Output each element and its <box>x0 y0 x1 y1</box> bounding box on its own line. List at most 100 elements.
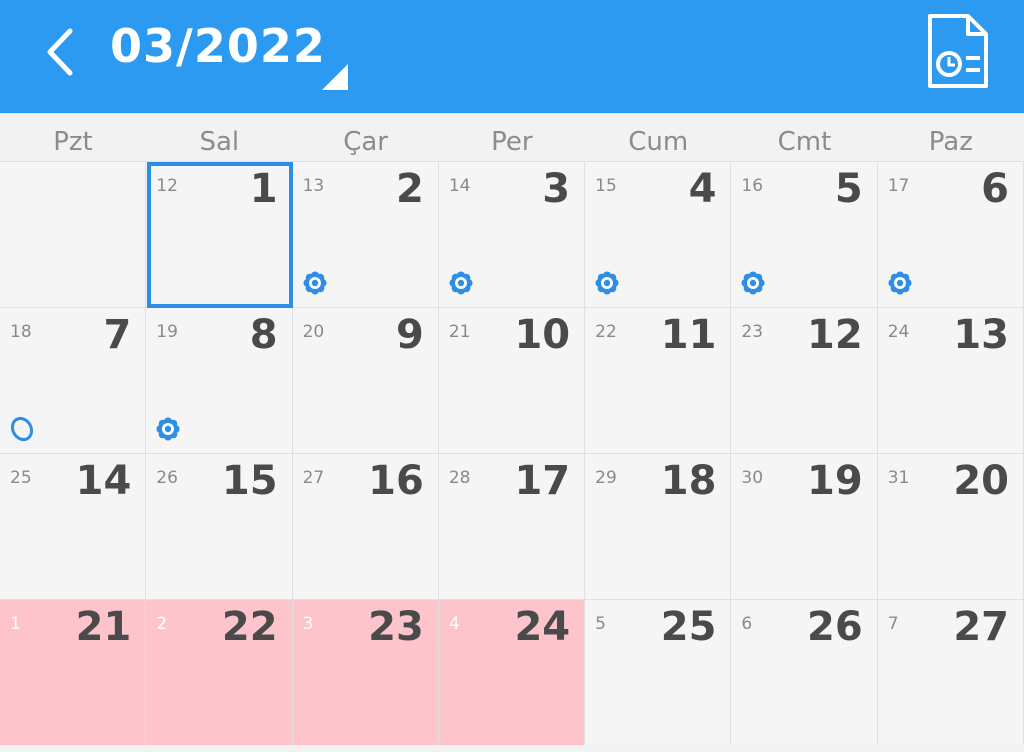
day-number: 27 <box>953 604 1009 650</box>
weekday-label: Sal <box>199 127 240 157</box>
ovulation-egg-icon <box>10 416 34 442</box>
day-number: 4 <box>688 166 717 212</box>
day-number: 23 <box>368 604 424 650</box>
cycle-day-number: 29 <box>595 468 617 488</box>
day-cell[interactable]: 14 3 <box>438 161 586 307</box>
day-number: 8 <box>249 312 278 358</box>
day-cell[interactable]: 26 15 <box>146 453 293 599</box>
weekday-label: Çar <box>343 127 388 157</box>
day-number: 24 <box>514 604 571 650</box>
cycle-day-number: 4 <box>448 614 460 634</box>
fertile-day-flower-icon <box>888 271 912 295</box>
cycle-day-number: 22 <box>595 322 617 342</box>
day-cell[interactable]: 21 10 <box>438 307 586 453</box>
calendar-grid: 12 1 13 2 14 3 15 4 16 5 17 6 18 7 19 8 20 9 21 10 22 11 23 12 2… <box>0 161 1024 752</box>
day-number: 2 <box>396 166 424 212</box>
day-cell[interactable]: 27 16 <box>292 453 439 599</box>
cycle-day-number: 25 <box>10 468 32 488</box>
day-cell[interactable]: 6 26 <box>731 599 878 745</box>
cycle-day-number: 7 <box>887 614 899 634</box>
month-title[interactable]: 03/2022 <box>110 14 326 78</box>
day-cell[interactable]: 30 19 <box>731 453 878 599</box>
day-cell[interactable]: 13 2 <box>292 161 439 307</box>
day-number: 25 <box>660 604 717 650</box>
fertile-day-flower-icon <box>595 271 619 295</box>
day-number: 16 <box>368 458 424 504</box>
cycle-day-number: 17 <box>887 176 910 196</box>
day-number: 15 <box>221 458 278 504</box>
day-cell[interactable]: 2 22 <box>146 599 293 745</box>
day-cell[interactable]: 5 25 <box>585 599 732 745</box>
day-cell[interactable]: 16 5 <box>731 161 878 307</box>
day-cell[interactable]: 4 24 <box>438 599 586 745</box>
cycle-day-number: 16 <box>741 176 764 196</box>
day-number: 20 <box>953 458 1009 504</box>
day-cell[interactable]: 25 14 <box>0 453 147 599</box>
cycle-day-number: 12 <box>156 176 178 196</box>
cycle-day-number: 31 <box>887 468 910 488</box>
day-cell[interactable]: 22 11 <box>585 307 732 453</box>
document-clock-icon <box>928 14 988 88</box>
fertile-day-flower-icon <box>303 271 327 295</box>
weekday-label: Per <box>491 127 533 157</box>
day-cell[interactable]: 12 1 <box>146 161 293 307</box>
day-number: 17 <box>514 458 571 504</box>
day-number: 21 <box>75 604 132 650</box>
cycle-day-number: 20 <box>302 322 325 342</box>
cycle-day-number: 21 <box>448 322 471 342</box>
cycle-day-number: 18 <box>10 322 32 342</box>
empty-day-cell <box>0 161 147 307</box>
day-number: 1 <box>249 166 278 212</box>
cycle-day-number: 19 <box>156 322 178 342</box>
day-number: 6 <box>981 166 1009 212</box>
cycle-day-number: 24 <box>887 322 910 342</box>
day-number: 7 <box>103 312 132 358</box>
day-cell[interactable]: 28 17 <box>438 453 586 599</box>
day-cell[interactable]: 17 6 <box>877 161 1024 307</box>
cycle-day-number: 28 <box>448 468 471 488</box>
day-cell[interactable]: 23 12 <box>731 307 878 453</box>
weekday-label: Cmt <box>777 127 832 157</box>
day-cell[interactable]: 18 7 <box>0 307 147 453</box>
day-cell[interactable]: 15 4 <box>585 161 732 307</box>
day-number: 10 <box>514 312 571 358</box>
top-app-bar: 03/2022 <box>0 0 1024 113</box>
weekday-header: Pzt Sal Çar Per Cum Cmt Paz <box>0 113 1024 162</box>
chevron-left-icon <box>47 28 73 76</box>
cycle-day-number: 26 <box>156 468 178 488</box>
day-cell[interactable]: 31 20 <box>877 453 1024 599</box>
fertile-day-flower-icon <box>741 271 765 295</box>
cycle-day-number: 3 <box>302 614 314 634</box>
day-cell[interactable]: 29 18 <box>585 453 732 599</box>
day-cell[interactable]: 20 9 <box>292 307 439 453</box>
day-number: 26 <box>807 604 863 650</box>
weekday-label: Pzt <box>53 127 93 157</box>
back-button[interactable] <box>34 22 84 82</box>
day-cell[interactable]: 1 21 <box>0 599 147 745</box>
day-number: 14 <box>75 458 132 504</box>
day-number: 22 <box>221 604 278 650</box>
cycle-day-number: 2 <box>156 614 168 634</box>
day-cell[interactable]: 3 23 <box>292 599 439 745</box>
weekday-label: Paz <box>928 127 973 157</box>
fertile-day-flower-icon <box>156 417 180 441</box>
fertile-day-flower-icon <box>449 271 473 295</box>
day-cell[interactable]: 7 27 <box>877 599 1024 745</box>
day-number: 18 <box>660 458 717 504</box>
day-cell[interactable]: 24 13 <box>877 307 1024 453</box>
cycle-day-number: 14 <box>448 176 471 196</box>
day-number: 19 <box>807 458 863 504</box>
cycle-day-number: 23 <box>741 322 764 342</box>
cycle-day-number: 15 <box>595 176 617 196</box>
report-button[interactable] <box>922 12 992 90</box>
dropdown-triangle-icon[interactable] <box>322 64 348 90</box>
cycle-day-number: 5 <box>595 614 606 634</box>
day-number: 11 <box>660 312 717 358</box>
day-number: 5 <box>834 166 863 212</box>
cycle-day-number: 30 <box>741 468 764 488</box>
day-cell[interactable]: 19 8 <box>146 307 293 453</box>
cycle-day-number: 13 <box>302 176 325 196</box>
cycle-day-number: 6 <box>741 614 753 634</box>
cycle-day-number: 27 <box>302 468 325 488</box>
cycle-day-number: 1 <box>10 614 21 634</box>
